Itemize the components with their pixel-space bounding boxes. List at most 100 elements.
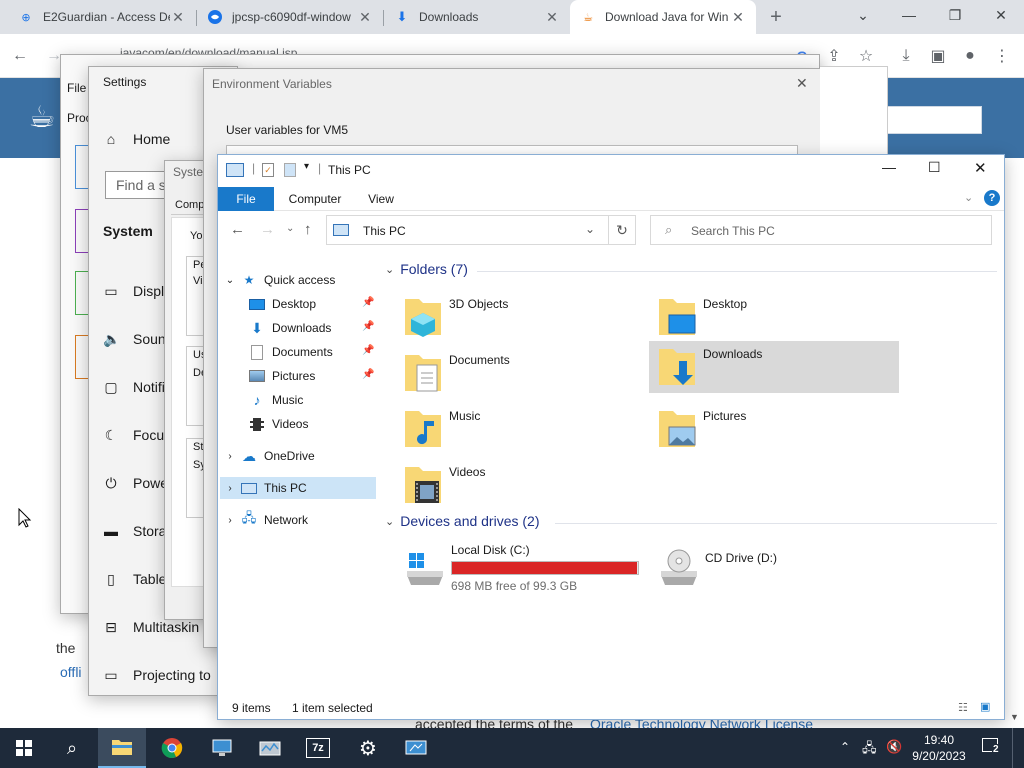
- back-icon[interactable]: ←: [6, 42, 34, 70]
- folder-desktop[interactable]: Desktop: [649, 291, 899, 343]
- close-icon[interactable]: ✕: [544, 9, 560, 26]
- page-link[interactable]: offli: [60, 664, 82, 680]
- tab-e2guardian[interactable]: ⊕ E2Guardian - Access De ✕: [8, 0, 196, 34]
- chevron-down-icon[interactable]: ⌄: [385, 263, 394, 276]
- chrome-taskbar-icon[interactable]: [148, 728, 196, 768]
- drive-d[interactable]: CD Drive (D:): [649, 541, 899, 597]
- system-monitor-taskbar-icon[interactable]: [246, 728, 294, 768]
- pin-icon[interactable]: 📌: [362, 345, 374, 356]
- folder-downloads[interactable]: Downloads: [649, 341, 899, 393]
- java-search-input[interactable]: [880, 106, 982, 134]
- nav-item-documents[interactable]: Documents: [248, 341, 333, 363]
- pin-icon[interactable]: 📌: [362, 297, 374, 308]
- close-icon[interactable]: ✕: [357, 9, 373, 26]
- details-view-icon[interactable]: ☷: [958, 701, 968, 714]
- volume-muted-icon[interactable]: 🔇: [886, 739, 902, 755]
- nav-network[interactable]: › 🖧 Network: [224, 509, 308, 531]
- notification-center-icon[interactable]: 2: [982, 738, 1004, 758]
- tab-jpcsp[interactable]: jpcsp-c6090df-window ✕: [197, 0, 383, 34]
- new-tab-icon[interactable]: +: [762, 3, 790, 31]
- settings-item-storage[interactable]: ▬ Stora: [103, 519, 166, 543]
- tab-downloads[interactable]: ⬇ Downloads ✕: [384, 0, 570, 34]
- nav-quick-access[interactable]: ⌄ ★ Quick access: [224, 269, 336, 291]
- chevron-right-icon[interactable]: ›: [224, 480, 236, 496]
- settings-item-tablet[interactable]: ▯ Table: [103, 567, 166, 591]
- side-panel-icon[interactable]: ▣: [924, 42, 952, 70]
- menu-file[interactable]: File: [67, 81, 86, 95]
- nav-item-videos[interactable]: Videos: [248, 413, 308, 435]
- start-windows-icon[interactable]: [0, 728, 48, 768]
- folder-pictures[interactable]: Pictures: [649, 403, 899, 455]
- chevron-right-icon[interactable]: ›: [224, 448, 236, 464]
- tab-view[interactable]: View: [358, 187, 404, 211]
- chevron-up-icon[interactable]: ⌃: [840, 740, 850, 754]
- close-icon[interactable]: ✕: [796, 75, 808, 92]
- network-status-icon[interactable]: 🖧: [862, 739, 877, 761]
- show-desktop-button[interactable]: [1012, 728, 1016, 768]
- address-box[interactable]: This PC ⌄: [326, 215, 636, 245]
- chevron-right-icon[interactable]: ›: [224, 512, 236, 528]
- maximize-icon[interactable]: ☐: [928, 159, 941, 176]
- folders-group-header[interactable]: ⌄ Folders (7): [385, 261, 468, 277]
- minimize-icon[interactable]: —: [882, 159, 896, 175]
- help-icon[interactable]: ?: [984, 190, 1000, 206]
- folder-documents[interactable]: Documents: [395, 347, 645, 399]
- tab-java[interactable]: ☕ Download Java for Win ✕: [570, 0, 756, 34]
- remote-desktop-taskbar-icon[interactable]: [198, 728, 246, 768]
- tab-file[interactable]: File: [218, 187, 274, 211]
- nav-onedrive[interactable]: › ☁ OneDrive: [224, 445, 314, 467]
- recent-locations-icon[interactable]: ⌄: [286, 223, 294, 234]
- nav-this-pc[interactable]: › This PC: [220, 477, 376, 499]
- scroll-down-icon[interactable]: ▼: [1010, 712, 1019, 722]
- pin-icon[interactable]: 📌: [362, 321, 374, 332]
- nav-item-desktop[interactable]: Desktop: [248, 293, 316, 315]
- minimize-icon[interactable]: —: [886, 0, 932, 30]
- tab-computer[interactable]: Computer: [280, 187, 350, 211]
- close-icon[interactable]: ✕: [170, 9, 186, 26]
- close-icon[interactable]: ✕: [978, 0, 1024, 30]
- chevron-down-icon[interactable]: ⌄: [224, 272, 236, 288]
- settings-item-power[interactable]: ⏻ Powe: [103, 471, 168, 495]
- folder-music[interactable]: Music: [395, 403, 645, 455]
- nav-item-pictures[interactable]: Pictures: [248, 365, 315, 387]
- forward-icon[interactable]: →: [260, 221, 275, 238]
- refresh-icon[interactable]: ↻: [608, 215, 636, 245]
- drive-c[interactable]: Local Disk (C:) 698 MB free of 99.3 GB: [395, 541, 645, 597]
- settings-item-focus[interactable]: ☾ Focu: [103, 423, 164, 447]
- back-icon[interactable]: ←: [230, 221, 245, 238]
- close-icon[interactable]: ✕: [974, 159, 987, 177]
- nav-item-downloads[interactable]: ⬇ Downloads: [248, 317, 331, 339]
- java-logo[interactable]: ☕: [22, 90, 62, 146]
- nav-item-music[interactable]: ♪ Music: [248, 389, 304, 411]
- folder-3d-objects[interactable]: 3D Objects: [395, 291, 645, 343]
- new-folder-icon[interactable]: [284, 163, 296, 177]
- search-icon[interactable]: ⌕: [48, 728, 96, 768]
- settings-home[interactable]: ⌂ Home: [103, 127, 171, 151]
- system-properties-taskbar-icon[interactable]: [392, 728, 440, 768]
- chevron-down-icon[interactable]: ▾: [304, 161, 309, 172]
- settings-item-notifications[interactable]: ▢ Notifi: [103, 375, 165, 399]
- file-explorer-taskbar-icon[interactable]: [98, 728, 146, 768]
- large-icons-view-icon[interactable]: ▣: [980, 700, 990, 713]
- folder-videos[interactable]: Videos: [395, 459, 645, 511]
- restore-icon[interactable]: ❐: [932, 0, 978, 30]
- chevron-down-icon[interactable]: ⌄: [964, 191, 973, 204]
- search-input[interactable]: Search This PC: [691, 224, 775, 238]
- profile-icon[interactable]: ●: [956, 42, 984, 70]
- search-box[interactable]: ⌕ Search This PC: [650, 215, 992, 245]
- up-arrow-icon[interactable]: ↑: [304, 221, 312, 238]
- chevron-down-icon[interactable]: ⌄: [840, 0, 886, 30]
- chevron-down-icon[interactable]: ⌄: [585, 222, 595, 236]
- breadcrumb[interactable]: This PC: [363, 224, 406, 238]
- settings-item-sound[interactable]: 🔈 Soun: [103, 327, 166, 351]
- settings-gear-icon[interactable]: ⚙: [344, 728, 392, 768]
- menu-icon[interactable]: ⋮: [988, 42, 1016, 70]
- pin-icon[interactable]: 📌: [362, 369, 374, 380]
- settings-item-display[interactable]: ▭ Displ: [103, 279, 164, 303]
- drives-group-header[interactable]: ⌄ Devices and drives (2): [385, 513, 540, 529]
- chevron-down-icon[interactable]: ⌄: [385, 515, 394, 528]
- downloads-icon[interactable]: ⤓: [892, 42, 920, 70]
- close-icon[interactable]: ✕: [730, 9, 746, 26]
- clock[interactable]: 19:40 9/20/2023: [906, 732, 972, 764]
- 7zip-taskbar-icon[interactable]: 7z: [294, 728, 342, 768]
